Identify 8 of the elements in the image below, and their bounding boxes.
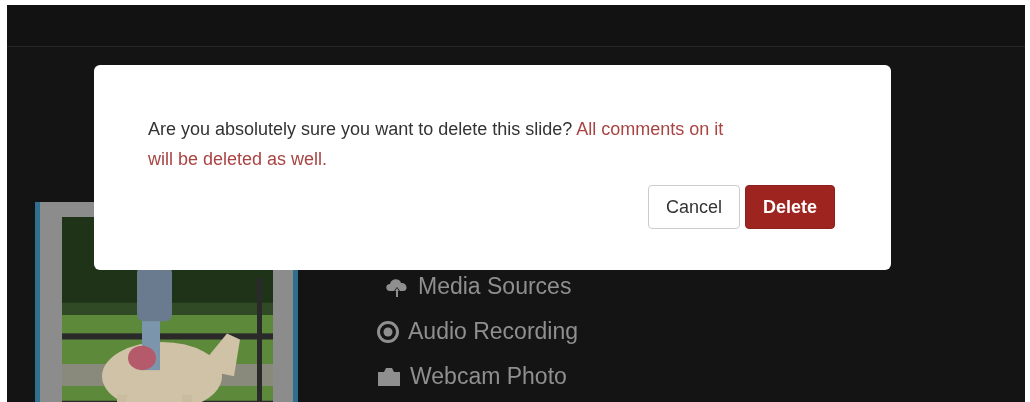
menu-item[interactable]: Audio Recording	[376, 317, 579, 346]
cancel-button[interactable]: Cancel	[647, 185, 740, 229]
menu-item[interactable]: Webcam Photo	[376, 362, 579, 391]
record-icon	[376, 319, 400, 344]
camera-icon	[376, 365, 402, 388]
delete-button[interactable]: Delete	[744, 185, 835, 229]
menu-item[interactable]: Media Sources	[384, 272, 579, 301]
dialog-message: Are you absolutely sure you want to delete this slide? All comments on it will be deleted as well.	[148, 118, 725, 171]
